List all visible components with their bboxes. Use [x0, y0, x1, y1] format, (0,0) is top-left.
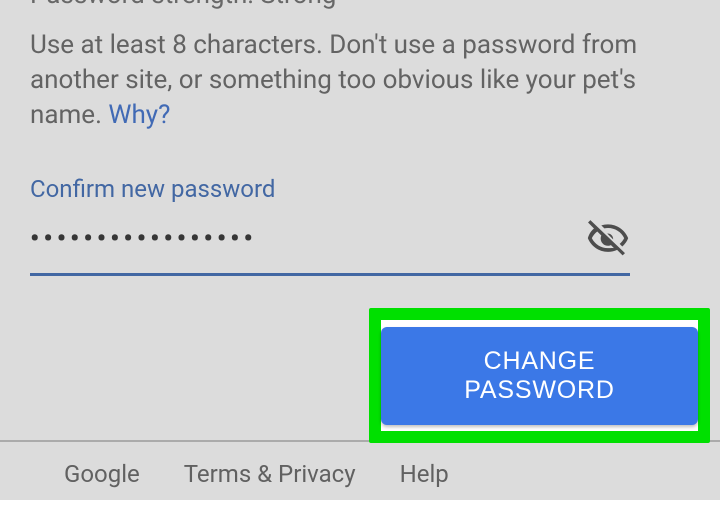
change-password-button[interactable]: CHANGE PASSWORD — [381, 327, 698, 425]
strength-value: Strong — [260, 0, 336, 10]
eye-off-icon[interactable] — [586, 217, 630, 261]
strength-label: Password strength: — [30, 0, 254, 10]
highlight-frame: CHANGE PASSWORD — [369, 308, 710, 443]
password-strength-line: Password strength: Strong — [30, 0, 690, 10]
password-masked-value: ••••••••••••••••• — [30, 224, 257, 254]
footer-terms-link[interactable]: Terms & Privacy — [184, 460, 356, 488]
confirm-password-label: Confirm new password — [30, 175, 690, 203]
why-link[interactable]: Why? — [108, 100, 170, 130]
footer-google-link[interactable]: Google — [64, 460, 140, 488]
password-hint: Use at least 8 characters. Don't use a p… — [30, 28, 670, 133]
confirm-password-input[interactable]: ••••••••••••••••• — [30, 217, 630, 276]
footer-help-link[interactable]: Help — [400, 460, 449, 488]
footer: Google Terms & Privacy Help — [0, 440, 720, 500]
